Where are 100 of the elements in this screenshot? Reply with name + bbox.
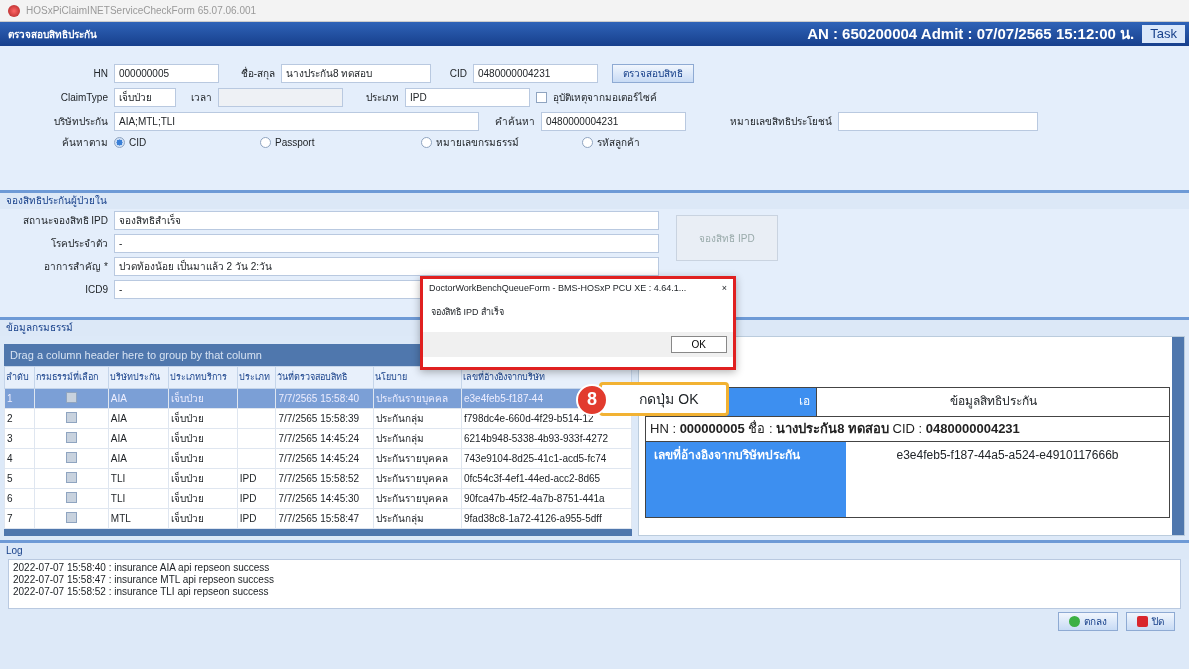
table-cell: IPD (237, 468, 276, 489)
field-label: เลขที่อ้างอิงจากบริษัทประกัน (646, 442, 846, 518)
input-field[interactable]: นางประกัน8 ทดสอบ (281, 64, 431, 83)
column-header[interactable]: บริษัทประกัน (108, 366, 169, 389)
table-cell: ประกันรายบุคคล (373, 448, 462, 469)
checkbox-label: อุบัติเหตุจากมอเตอร์ไซค์ (553, 91, 657, 104)
ok-button[interactable]: ตกลง (1058, 612, 1118, 631)
field-label: เวลา (190, 91, 212, 104)
field-label: CID (448, 67, 467, 80)
radio-button[interactable] (260, 137, 271, 148)
table-cell: 9fad38c8-1a72-4126-a955-5dff (461, 508, 632, 529)
field-label: โรคประจำตัว (50, 237, 108, 250)
table-cell: MTL (108, 508, 169, 529)
close-button[interactable]: ปิด (1126, 612, 1175, 631)
dropdown-field[interactable]: เจ็บป่วย (114, 88, 176, 107)
table-cell: 7/7/2565 14:45:30 (275, 488, 374, 509)
field-label: ClaimType (59, 91, 108, 104)
table-cell: 7/7/2565 14:45:24 (275, 428, 374, 449)
table-row[interactable]: 5 TLI เจ็บป่วย IPD 7/7/2565 15:58:52 ประกันรายบุคคล 0fc54c3f-4ef1-44ed-acc2-8d65 (4, 468, 632, 489)
column-header[interactable]: กรมธรรม์ที่เลือก (34, 366, 109, 389)
table-row[interactable]: 7 MTL เจ็บป่วย IPD 7/7/2565 15:58:47 ประกันกลุ่ม 9fad38c8-1a72-4126-a955-5dff (4, 508, 632, 529)
table-cell: ประกันกลุ่ม (373, 508, 462, 529)
log-line: 2022-07-07 15:58:52 : insurance TLI api repseon success (13, 586, 270, 598)
dropdown-field[interactable]: AIA;MTL;TLI (114, 112, 479, 131)
field-label: ICD9 (84, 283, 108, 296)
checkbox[interactable] (65, 391, 77, 403)
column-header[interactable]: ประเภท (237, 366, 276, 389)
table-cell: IPD (237, 508, 276, 529)
horizontal-scrollbar[interactable] (4, 529, 632, 536)
table-row[interactable]: 6 TLI เจ็บป่วย IPD 7/7/2565 14:45:30 ประกันรายบุคคล 90fca47b-45f2-4a7b-8751-441a (4, 488, 632, 509)
field-label: คำค้นหา (494, 115, 535, 128)
checkbox[interactable] (65, 451, 77, 463)
checkbox[interactable] (65, 491, 77, 503)
radio-label: Passport (275, 136, 315, 149)
field-label: สถานะจองสิทธิ IPD (21, 214, 108, 227)
checkbox[interactable] (65, 411, 77, 423)
table-cell: เจ็บป่วย (168, 488, 238, 509)
checkbox[interactable] (65, 511, 77, 523)
radio-button[interactable] (421, 137, 432, 148)
table-cell: TLI (108, 468, 169, 489)
column-header[interactable]: ประเภทบริการ (168, 366, 238, 389)
radio-label: หมายเลขกรมธรรม์ (436, 136, 519, 149)
table-cell (237, 448, 276, 469)
table-header: ข้อมูลสิทธิประกัน (816, 388, 1169, 416)
table-cell: เจ็บป่วย (168, 448, 238, 469)
table-row[interactable]: 4 AIA เจ็บป่วย 7/7/2565 14:45:24 ประกันรายบุคคล 743e9104-8d25-41c1-acd5-fc74 (4, 448, 632, 469)
section-title: จองสิทธิประกันผู้ป่วยใน (0, 190, 1189, 209)
table-cell: 4 (4, 448, 35, 469)
ok-button[interactable]: OK (670, 336, 727, 354)
table-cell: ประกันกลุ่ม (373, 408, 462, 429)
checkbox[interactable] (65, 431, 77, 443)
field-label: ชื่อ-สกุล (239, 67, 275, 80)
checkbox[interactable] (536, 92, 547, 103)
dialog-message: จองสิทธิ IPD สำเร็จ (430, 305, 505, 319)
table-cell: 6214b948-5338-4b93-933f-4272 (461, 428, 632, 449)
close-icon[interactable]: × (721, 283, 727, 295)
field-label: HN (92, 67, 108, 80)
table-cell: ประกันรายบุคคล (373, 468, 462, 489)
check-rights-button[interactable]: ตรวจสอบสิทธิ (612, 64, 694, 83)
dropdown-field[interactable]: IPD (405, 88, 530, 107)
field-label: หมายเลขสิทธิประโยชน์ (729, 115, 832, 128)
field-value: e3e4feb5-f187-44a5-a524-e4910117666b (895, 447, 1120, 465)
table-cell: ประกันกลุ่ม (373, 428, 462, 449)
column-header[interactable]: วันที่ตรวจสอบสิทธิ (275, 366, 374, 389)
input-field[interactable]: - (114, 234, 659, 253)
table-cell: AIA (108, 448, 169, 469)
table-cell: 7/7/2565 15:58:52 (275, 468, 374, 489)
table-cell (237, 408, 276, 429)
field-label: อาการสำคัญ * (43, 260, 108, 273)
radio-label: รหัสลูกค้า (597, 136, 640, 149)
radio-button[interactable] (114, 137, 125, 148)
input-field[interactable]: ปวดท้องน้อย เป็นมาแล้ว 2 วัน 2:วัน (114, 257, 659, 276)
table-cell: 90fca47b-45f2-4a7b-8751-441a (461, 488, 632, 509)
table-cell: AIA (108, 428, 169, 449)
app-icon (8, 4, 20, 17)
field-label: ประเภท (365, 91, 399, 104)
input-field[interactable]: 0480000004231 (541, 112, 686, 131)
table-cell: 5 (4, 468, 35, 489)
input-field[interactable] (838, 112, 1038, 131)
table-cell: เจ็บป่วย (168, 468, 238, 489)
input-field[interactable]: จองสิทธิสำเร็จ (114, 211, 659, 230)
table-cell: 1 (4, 388, 35, 409)
column-header[interactable]: ลำดับ (4, 366, 35, 389)
input-field[interactable]: 000000005 (114, 64, 219, 83)
task-button[interactable]: Task (1142, 25, 1185, 43)
vertical-scrollbar[interactable] (1172, 337, 1184, 535)
table-cell (237, 428, 276, 449)
table-cell: 7 (4, 508, 35, 529)
checkbox[interactable] (65, 471, 77, 483)
callout-box: กดปุ่ม OK (599, 382, 729, 416)
table-cell: 2 (4, 408, 35, 429)
radio-button[interactable] (582, 137, 593, 148)
log-line: 2022-07-07 15:58:40 : insurance AIA api repseon success (13, 562, 271, 574)
table-cell: 7/7/2565 14:45:24 (275, 448, 374, 469)
field-label: บริษัทประกัน (53, 115, 108, 128)
input-field[interactable]: 0480000004231 (473, 64, 598, 83)
table-cell: 7/7/2565 15:58:39 (275, 408, 374, 429)
table-cell: 7/7/2565 15:58:47 (275, 508, 374, 529)
table-cell: 743e9104-8d25-41c1-acd5-fc74 (461, 448, 632, 469)
table-row[interactable]: 3 AIA เจ็บป่วย 7/7/2565 14:45:24 ประกันกลุ่ม 6214b948-5338-4b93-933f-4272 (4, 428, 632, 449)
